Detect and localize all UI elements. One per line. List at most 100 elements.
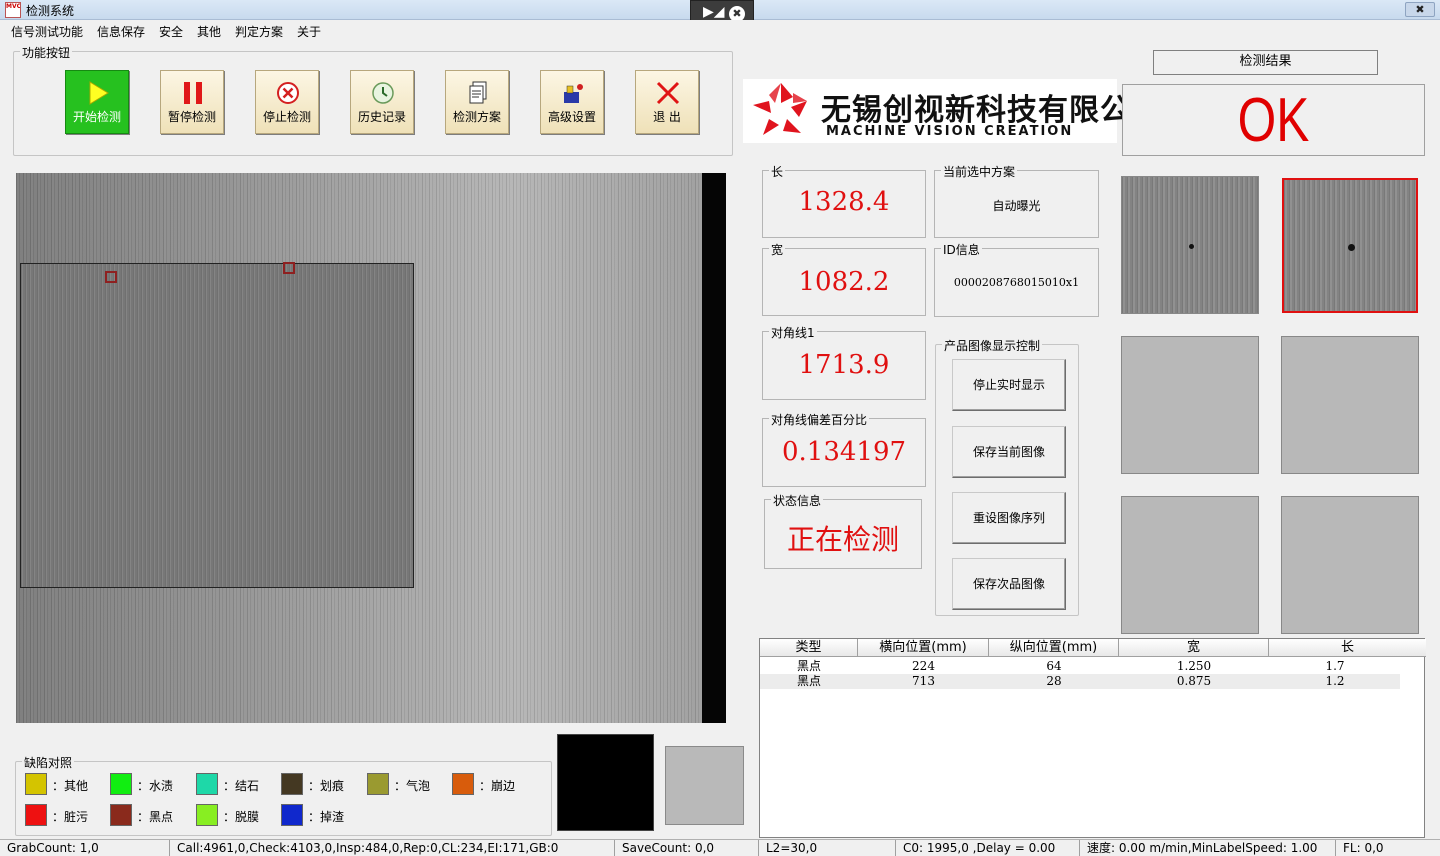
width-value: 1082.2	[798, 267, 890, 297]
cell-length: 1.2	[1325, 674, 1345, 688]
pin-icon[interactable]: ▶◢	[703, 4, 725, 20]
defect-table[interactable]: 类型 横向位置(mm) 纵向位置(mm) 宽 长 黑点 224 64 1.250…	[759, 638, 1426, 838]
cell-x: 713	[912, 674, 935, 688]
document-icon	[469, 81, 487, 104]
exit-button[interactable]: 退 出	[635, 70, 699, 134]
play-icon	[89, 81, 109, 105]
history-icon	[372, 82, 394, 104]
function-buttons-label: 功能按钮	[20, 44, 73, 61]
status-label: 状态信息	[771, 492, 824, 509]
legend-swatch	[25, 804, 47, 826]
menu-about[interactable]: 关于	[297, 23, 321, 40]
diagonal-deviation-label: 对角线偏差百分比	[769, 411, 870, 428]
advanced-settings-button[interactable]: 高级设置	[540, 70, 604, 134]
defect-marker[interactable]	[283, 262, 295, 274]
defect-marker[interactable]	[105, 271, 117, 283]
detection-scheme-label: 检测方案	[452, 110, 501, 124]
defect-dot-icon	[1189, 244, 1194, 249]
save-defect-image-button[interactable]: 保存次品图像	[952, 558, 1066, 610]
legend-swatch	[196, 804, 218, 826]
diagonal-deviation-value: 0.134197	[781, 437, 907, 467]
reset-image-sequence-button[interactable]: 重设图像序列	[952, 492, 1066, 544]
status-value: 正在检测	[786, 523, 899, 556]
menu-judgement-scheme[interactable]: 判定方案	[235, 23, 283, 40]
camera-image-view[interactable]	[16, 173, 726, 723]
menu-bar: 信号测试功能 信息保存 安全 其他 判定方案 关于	[0, 20, 1440, 40]
status-box: 状态信息 正在检测	[764, 492, 922, 569]
status-save-count: SaveCount: 0,0	[615, 840, 759, 856]
pause-detection-label: 暂停检测	[167, 110, 216, 124]
cell-type: 黑点	[796, 659, 821, 673]
window-close-button[interactable]: ✖	[1405, 2, 1435, 17]
status-grab-count: GrabCount: 1,0	[0, 840, 170, 856]
column-header-x-position[interactable]: 横向位置(mm)	[858, 639, 989, 657]
diagonal-label: 对角线1	[769, 324, 817, 341]
status-fl: FL: 0,0	[1343, 841, 1384, 855]
cell-type: 黑点	[796, 674, 821, 688]
status-c0-delay: C0: 1995,0 ,Delay = 0.00	[896, 840, 1080, 856]
history-label: 历史记录	[357, 110, 406, 124]
advanced-settings-label: 高级设置	[547, 110, 596, 124]
legend-swatch	[110, 804, 132, 826]
length-value: 1328.4	[798, 187, 890, 217]
legend-swatch	[110, 773, 132, 795]
company-logo: 无锡创视新科技有限公司 MACHINE VISION CREATION	[743, 79, 1161, 143]
start-detection-button[interactable]: 开始检测	[65, 70, 129, 134]
empty-thumbnail[interactable]	[1281, 496, 1419, 634]
status-call-stats: Call:4961,0,Check:4103,0,Insp:484,0,Rep:…	[170, 840, 615, 856]
result-header: 检测结果	[1153, 50, 1378, 75]
status-l2: L2=30,0	[759, 840, 896, 856]
cell-x: 224	[912, 659, 935, 673]
empty-thumbnail[interactable]	[1281, 336, 1419, 474]
legend-swatch	[196, 773, 218, 795]
column-header-type[interactable]: 类型	[760, 639, 858, 657]
stop-detection-label: 停止检测	[262, 110, 311, 124]
id-info-label: ID信息	[941, 241, 982, 258]
history-button[interactable]: 历史记录	[350, 70, 414, 134]
menu-signal-test[interactable]: 信号测试功能	[11, 23, 83, 40]
company-name-en: MACHINE VISION CREATION	[826, 124, 1074, 139]
save-current-image-button[interactable]: 保存当前图像	[952, 426, 1066, 478]
settings-icon	[564, 84, 583, 103]
result-value: OK	[1237, 86, 1310, 155]
preview-image-grey	[665, 746, 744, 825]
menu-security[interactable]: 安全	[159, 23, 183, 40]
table-row[interactable]: 黑点 224 64 1.250 1.7	[760, 659, 1400, 674]
column-header-width[interactable]: 宽	[1119, 639, 1269, 657]
stop-live-display-button[interactable]: 停止实时显示	[952, 359, 1066, 411]
id-info-box: ID信息 0000208768015010x1	[934, 241, 1099, 317]
start-detection-label: 开始检测	[72, 110, 121, 124]
result-panel: OK	[1122, 84, 1425, 156]
display-control-label: 产品图像显示控制	[942, 337, 1043, 354]
detection-scheme-button[interactable]: 检测方案	[445, 70, 509, 134]
cell-width: 1.250	[1176, 659, 1212, 673]
preview-image-black	[557, 734, 654, 831]
pause-detection-button[interactable]: 暂停检测	[160, 70, 224, 134]
menu-other[interactable]: 其他	[197, 23, 221, 40]
length-box: 长 1328.4	[762, 163, 926, 238]
current-scheme-value: 自动曝光	[992, 199, 1041, 213]
width-label: 宽	[769, 241, 786, 258]
display-control-group: 产品图像显示控制 停止实时显示 保存当前图像 重设图像序列 保存次品图像	[935, 337, 1079, 616]
column-header-length[interactable]: 长	[1269, 639, 1426, 657]
menu-info-save[interactable]: 信息保存	[97, 23, 145, 40]
column-header-y-position[interactable]: 纵向位置(mm)	[989, 639, 1119, 657]
diagonal-deviation-box: 对角线偏差百分比 0.134197	[762, 411, 926, 487]
exit-label: 退 出	[653, 110, 681, 124]
diagonal-box: 对角线1 1713.9	[762, 324, 926, 400]
stop-detection-button[interactable]: 停止检测	[255, 70, 319, 134]
app-logo-icon: MVC	[5, 2, 21, 18]
legend-swatch	[281, 804, 303, 826]
empty-thumbnail[interactable]	[1121, 336, 1259, 474]
current-scheme-label: 当前选中方案	[941, 163, 1018, 180]
defect-legend-label: 缺陷对照	[22, 754, 75, 771]
defect-dot-icon	[1348, 244, 1355, 251]
legend-swatch	[367, 773, 389, 795]
status-bar: GrabCount: 1,0 Call:4961,0,Check:4103,0,…	[0, 839, 1440, 856]
empty-thumbnail[interactable]	[1121, 496, 1259, 634]
table-row[interactable]: 黑点 713 28 0.875 1.2	[760, 674, 1400, 689]
defect-thumbnail[interactable]	[1121, 176, 1259, 314]
defect-thumbnail-selected[interactable]	[1282, 178, 1418, 313]
cell-y: 28	[1046, 674, 1062, 688]
diagonal-value: 1713.9	[798, 350, 890, 380]
